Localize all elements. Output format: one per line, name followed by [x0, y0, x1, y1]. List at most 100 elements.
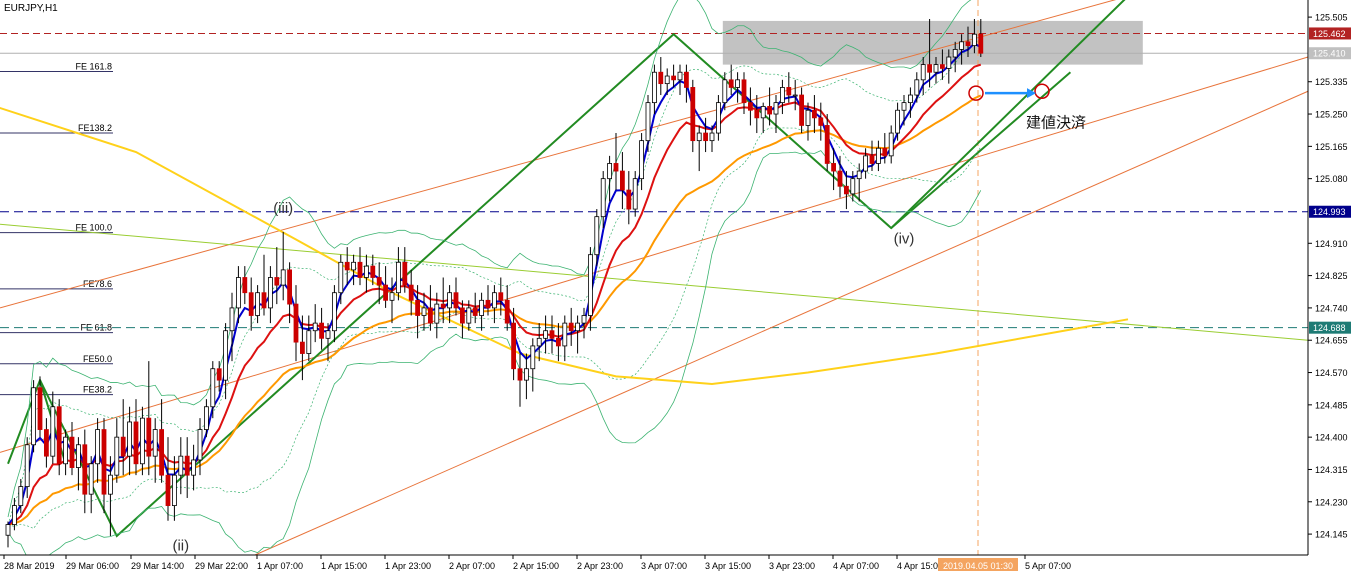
candle [472, 292, 478, 324]
candle-body [696, 132, 702, 142]
candle [44, 418, 49, 468]
candle-body [287, 269, 293, 305]
candle-body [44, 429, 49, 457]
bollinger-inner-lower [7, 127, 982, 529]
candle-body [575, 322, 580, 332]
candle-body [626, 189, 632, 210]
time-cursor-label: 2019.04.05 01:30 [943, 561, 1013, 571]
candle-body [440, 303, 446, 309]
candle [479, 292, 485, 331]
candle [267, 266, 273, 324]
time-tick-label: 3 Apr 23:00 [769, 561, 815, 571]
candle [914, 72, 920, 103]
candle-body [319, 322, 325, 339]
candle-body [88, 463, 94, 495]
candle [575, 315, 580, 354]
candle-body [267, 277, 273, 309]
candle [812, 95, 817, 134]
candle-body [415, 299, 421, 316]
candle-body [331, 292, 337, 332]
candle [453, 277, 459, 316]
price-tick-label: 124.315 [1315, 465, 1348, 475]
candle-body [658, 71, 664, 85]
candle [389, 277, 395, 324]
candle-body [312, 322, 318, 332]
candle-body [671, 75, 676, 81]
candle-body [184, 455, 190, 476]
candle-body [56, 406, 62, 465]
candle-body [863, 155, 868, 172]
candle-body [812, 109, 817, 119]
candle [408, 269, 414, 316]
fib-level-label: FE 161.8 [75, 61, 112, 71]
candle-body [152, 429, 158, 457]
candle [261, 254, 267, 316]
candle-body [197, 429, 203, 461]
price-tick-label: 125.250 [1315, 110, 1348, 120]
candle [645, 95, 651, 153]
candle [690, 79, 696, 153]
candle-body [959, 41, 964, 50]
candle [658, 57, 664, 96]
chart-canvas[interactable]: FE 161.8FE138.2FE 100.0FE78.6FE 61.8FE50… [0, 0, 1362, 577]
candle [363, 254, 369, 293]
candle [748, 87, 753, 126]
candle-body [933, 64, 939, 73]
candle [735, 72, 740, 103]
candle [165, 437, 171, 521]
candle-body [459, 307, 465, 324]
candle-body [869, 155, 875, 164]
time-tick-label: 4 Apr 15:00 [897, 561, 943, 571]
candle-body [402, 261, 408, 286]
price-chart[interactable]: EURJPY,H1 FE 161.8 FE138.2 FE 100.0 FE78.6 F… [0, 0, 1362, 577]
candle-body [50, 406, 56, 457]
candle-body [363, 265, 369, 278]
candle-body [248, 292, 254, 316]
candle-body [748, 102, 753, 111]
fib-level-label: FE138.2 [78, 123, 112, 133]
candle [312, 304, 318, 343]
candle-body [120, 436, 126, 457]
candle [139, 406, 145, 476]
candle-body [690, 87, 696, 142]
candle [799, 87, 804, 134]
candle-body [652, 71, 657, 104]
candle-body [408, 284, 414, 301]
candle-body [395, 261, 401, 294]
candle-body [940, 64, 945, 69]
candle-body [709, 132, 715, 142]
candle [588, 247, 593, 331]
candle-body [799, 94, 804, 126]
candle-body [101, 429, 107, 495]
candle-body [677, 71, 683, 81]
candle [607, 155, 612, 202]
candle [888, 125, 894, 164]
candle-body [24, 444, 30, 487]
price-marker-label: 124.688 [1313, 323, 1346, 333]
channel-lower-line [254, 90, 1309, 556]
candle [792, 79, 798, 111]
candle-body [600, 178, 606, 218]
candle [120, 399, 126, 476]
candle [191, 444, 197, 491]
candle-body [171, 474, 177, 506]
time-tick-label: 1 Apr 23:00 [385, 561, 431, 571]
candle-body [325, 330, 331, 339]
candle-body [581, 315, 587, 324]
candle-body [466, 307, 472, 324]
time-tick-label: 3 Apr 15:00 [705, 561, 751, 571]
price-tick-label: 125.165 [1315, 142, 1348, 152]
price-tick-label: 125.080 [1315, 174, 1348, 184]
candle-body [210, 368, 216, 408]
symbol-label: EURJPY,H1 [4, 3, 58, 14]
candle [754, 95, 760, 134]
candle [152, 418, 158, 483]
candle [101, 418, 107, 514]
candle [351, 254, 357, 286]
candle-body [178, 455, 184, 476]
candle-body [556, 337, 561, 347]
candle-body [780, 87, 785, 104]
candle-body [684, 71, 689, 88]
candle-body [927, 64, 932, 73]
candle-body [895, 109, 900, 134]
